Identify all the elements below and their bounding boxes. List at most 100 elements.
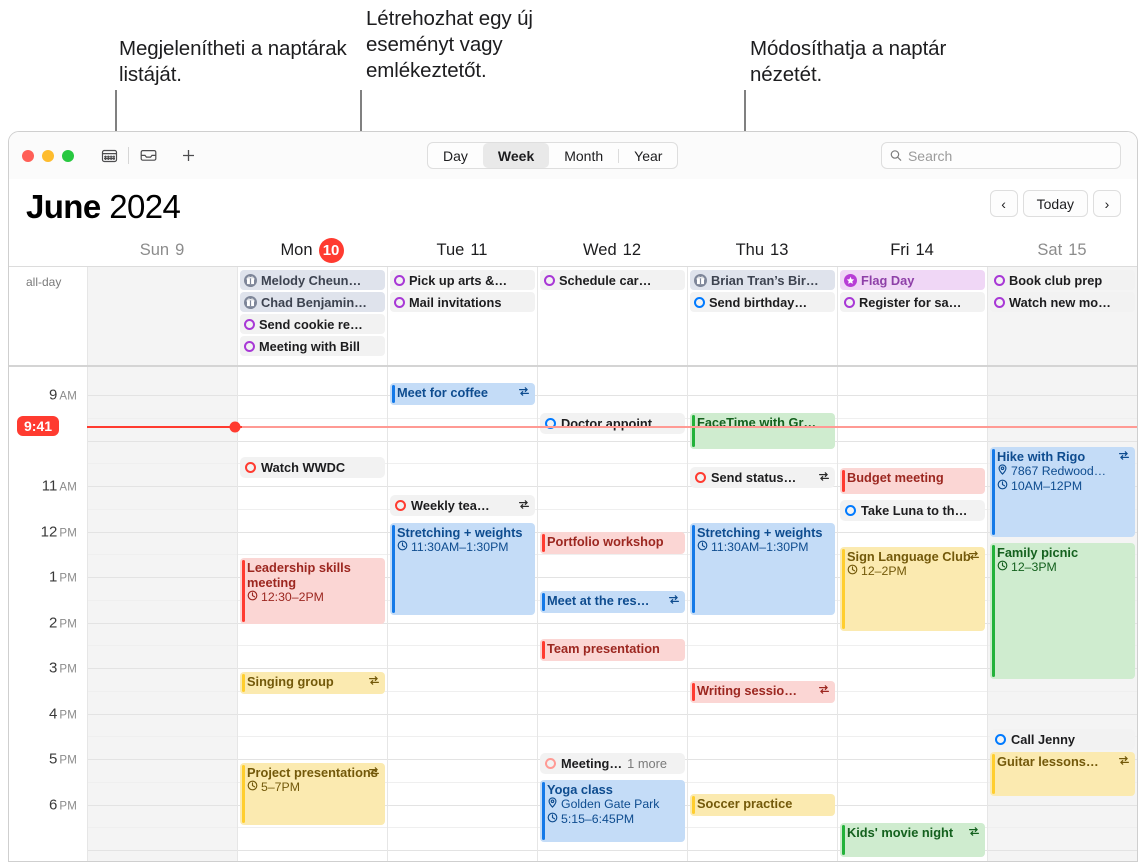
day-header-thu[interactable]: Thu 13 [687,234,837,266]
hour-gridline [88,486,237,487]
all-day-event[interactable]: Chad Benjamin… [240,292,385,312]
event-color-bar [842,825,845,855]
page-title: June 2024 [26,187,181,225]
reminder-item[interactable]: Take Luna to th… [840,500,985,521]
event-title: Writing sessio… [697,683,798,698]
repeat-icon [968,549,980,564]
plus-icon[interactable] [175,143,201,169]
time-grid-scroll[interactable]: 9AM10AM11AM12PM1PM2PM3PM4PM5PM6PM Watch … [9,367,1137,861]
birthday-gift-icon [694,273,707,287]
tab-day[interactable]: Day [428,143,483,168]
calendar-event[interactable]: FaceTime with Gr… [690,413,835,449]
reminder-item[interactable]: Doctor appoint… [540,413,685,434]
calendar-event[interactable]: Guitar lessons… [990,752,1135,796]
reminder-item[interactable]: Watch WWDC [240,457,385,478]
all-day-reminder[interactable]: Watch new mo… [990,292,1135,312]
hour-meridiem: PM [59,527,77,539]
reminder-title: Doctor appoint… [561,416,665,431]
all-day-event[interactable]: Brian Tran’s Bir… [690,270,835,290]
maximize-button[interactable] [62,149,74,162]
inbox-tray-icon[interactable] [135,143,161,169]
day-header-sat[interactable]: Sat 15 [987,234,1137,266]
calendar-event[interactable]: Meet for coffee [390,383,535,405]
search-input[interactable] [907,147,1112,164]
event-time: 11:30AM–1:30PM [697,540,832,555]
calendar-event[interactable]: Sign Language Club 12–2PM [840,547,985,631]
day-column-sun[interactable] [87,367,237,861]
calendar-event[interactable]: Kids' movie night [840,823,985,857]
tab-month[interactable]: Month [549,143,618,168]
next-week-button[interactable]: › [1093,190,1121,217]
half-hour-gridline [838,736,987,738]
calendar-event[interactable]: Portfolio workshop [540,532,685,554]
calendar-event[interactable]: Stretching + weights 11:30AM–1:30PM [690,523,835,615]
calendar-event[interactable]: Meet at the res… [540,591,685,613]
search-field[interactable] [881,142,1121,169]
all-day-reminder[interactable]: Send birthday… [690,292,835,312]
all-day-event[interactable]: Flag Day [840,270,985,290]
view-segmented-control[interactable]: Day Week Month Year [427,142,679,169]
half-hour-gridline [838,645,987,647]
day-column-fri[interactable]: Budget meeting Take Luna to th… Sign Langu… [837,367,987,861]
clock-icon [847,564,858,579]
reminder-overflow-count[interactable]: 1 more [627,756,667,771]
day-column-thu[interactable]: FaceTime with Gr… Send status… Stretching … [687,367,837,861]
reminder-title: Meeting… [561,756,623,771]
calendar-event[interactable]: Leadership skills meeting 12:30–2PM [240,558,385,624]
calendar-event[interactable]: Team presentation [540,639,685,661]
hour-gridline [988,850,1137,851]
birthday-gift-icon [244,295,257,309]
all-day-reminder[interactable]: Mail invitations [390,292,535,312]
hour-label: 9 AM [49,387,77,404]
day-header-row: Sun 9 Mon 10 Tue 11 Wed 12 Thu 13 Fri 14 Sat 15 [9,234,1137,267]
day-column-tue[interactable]: Meet for coffee Weekly tea… Stretching + w… [387,367,537,861]
calendar-event[interactable]: Project presentations 5–7PM [240,763,385,825]
minimize-button[interactable] [42,149,54,162]
reminder-item[interactable]: Weekly tea… [390,495,535,516]
half-hour-gridline [838,417,987,419]
day-header-mon[interactable]: Mon 10 [237,234,387,266]
reminder-item[interactable]: Meeting… 1 more [540,753,685,774]
all-day-reminder[interactable]: Send cookie re… [240,314,385,334]
tab-year[interactable]: Year [619,143,677,168]
all-day-reminder[interactable]: Pick up arts &… [390,270,535,290]
day-column-mon[interactable]: Watch WWDC Leadership skills meeting 12:30… [237,367,387,861]
prev-week-button[interactable]: ‹ [989,190,1018,217]
today-button[interactable]: Today [1022,190,1088,217]
calendar-event[interactable]: Family picnic 12–3PM [990,543,1135,679]
close-button[interactable] [22,149,34,162]
reminder-title: Watch WWDC [261,460,346,475]
event-title: Leadership skills meeting [247,560,351,590]
day-header-tue[interactable]: Tue 11 [387,234,537,266]
title-year: 2024 [109,187,181,225]
day-header-name: Sat [1037,240,1063,259]
reminder-ring-icon [695,472,706,483]
all-day-reminder[interactable]: Register for sa… [840,292,985,312]
event-color-bar [542,782,545,840]
day-header-fri[interactable]: Fri 14 [837,234,987,266]
half-hour-gridline [238,508,387,510]
calendar-event[interactable]: Hike with Rigo 7867 Redwood… 10AM–12PM [990,447,1135,537]
all-day-title: Send birthday… [709,294,808,310]
reminder-item[interactable]: Send status… [690,467,835,488]
day-column-sat[interactable]: Hike with Rigo 7867 Redwood… 10AM–12PM Fami… [987,367,1137,861]
calendar-event[interactable]: Stretching + weights 11:30AM–1:30PM [390,523,535,615]
calendar-event[interactable]: Singing group [240,672,385,694]
calendar-event[interactable]: Budget meeting [840,468,985,494]
day-column-wed[interactable]: Doctor appoint… Portfolio workshop Meet at… [537,367,687,861]
all-day-event[interactable]: Melody Cheun… [240,270,385,290]
calendar-event[interactable]: Soccer practice [690,794,835,816]
all-day-reminder[interactable]: Meeting with Bill [240,336,385,356]
calendar-sidebar-icon[interactable] [96,143,122,169]
reminder-item[interactable]: Call Jenny [990,729,1135,750]
day-header-wed[interactable]: Wed 12 [537,234,687,266]
all-day-reminder[interactable]: Book club prep [990,270,1135,290]
all-day-reminder[interactable]: Schedule car… [540,270,685,290]
all-day-column-tue: Pick up arts &… Mail invitations [387,267,537,365]
day-header-sun[interactable]: Sun 9 [87,234,237,266]
hour-gridline [838,804,987,806]
calendar-event[interactable]: Yoga class Golden Gate Park 5:15–6:45PM [540,780,685,842]
calendar-event[interactable]: Writing sessio… [690,681,835,703]
event-color-bar [992,754,995,794]
tab-week[interactable]: Week [482,143,550,168]
